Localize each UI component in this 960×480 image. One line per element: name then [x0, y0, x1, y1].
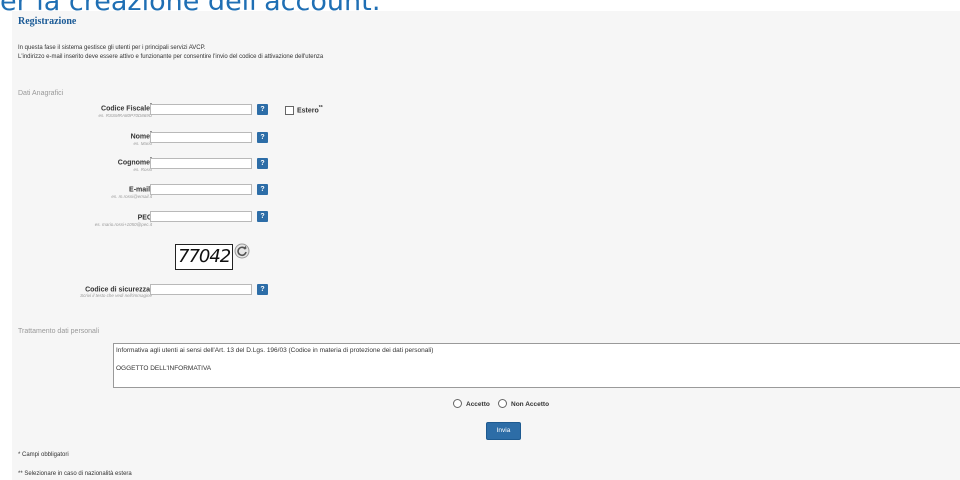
captcha-image: 77042 — [175, 244, 233, 270]
email-help-button[interactable]: ? — [257, 184, 268, 195]
nome-hint: es. Mario — [133, 141, 152, 146]
codice-fiscale-label: Codice Fiscale* — [101, 103, 152, 113]
cognome-label: Cognome* — [117, 157, 152, 167]
page-title: Registrazione — [18, 16, 77, 27]
cognome-hint: es. Rossi — [133, 167, 152, 172]
accept-label: Accetto — [466, 401, 490, 408]
submit-button[interactable]: Invia — [486, 422, 521, 440]
cognome-input[interactable] — [150, 158, 252, 169]
security-code-input[interactable] — [150, 284, 252, 295]
pec-label: PEC — [137, 214, 152, 222]
email-input[interactable] — [150, 184, 252, 195]
pec-hint: es. mario.rossi+1050@pec.it — [94, 222, 152, 227]
refresh-captcha-icon[interactable] — [234, 243, 250, 259]
codice-fiscale-hint: es. RSSMRA80P70D869U — [98, 113, 152, 118]
pec-input[interactable] — [150, 211, 252, 222]
privacy-text-line-2: OGGETTO DELL'INFORMATIVA — [116, 365, 212, 372]
section-title-anagrafici: Dati Anagrafici — [18, 90, 64, 97]
reject-label: Non Accetto — [511, 401, 550, 408]
nome-label: Nome* — [130, 131, 152, 141]
pec-help-button[interactable]: ? — [257, 211, 268, 222]
codice-fiscale-input[interactable] — [150, 104, 252, 115]
footnote-foreign: ** Selezionare in caso di nazionalità es… — [18, 471, 132, 477]
privacy-text-line-1: Informativa agli utenti ai sensi dell'Ar… — [116, 347, 434, 354]
estero-label: Estero** — [297, 105, 323, 115]
privacy-textarea[interactable]: Informativa agli utenti ai sensi dell'Ar… — [113, 343, 960, 388]
reject-radio[interactable] — [498, 399, 507, 408]
cognome-help-button[interactable]: ? — [257, 158, 268, 169]
intro-line-2: L'indirizzo e-mail inserito deve essere … — [18, 54, 324, 60]
security-code-help-button[interactable]: ? — [257, 284, 268, 295]
footnote-required: * Campi obbligatori — [18, 452, 69, 458]
email-label: E-mail* — [129, 184, 152, 194]
estero-checkbox[interactable] — [285, 106, 294, 115]
nome-input[interactable] — [150, 132, 252, 143]
section-title-privacy: Trattamento dati personali — [18, 328, 100, 335]
accept-radio[interactable] — [453, 399, 462, 408]
security-code-hint: Scrivi il testo che vedi nell'immagine — [80, 293, 152, 298]
nome-help-button[interactable]: ? — [257, 132, 268, 143]
intro-line-1: In questa fase il sistema gestisce gli u… — [18, 45, 206, 51]
registration-panel: Registrazione In questa fase il sistema … — [12, 11, 960, 480]
email-hint: es. m.rossi@email.it — [111, 194, 152, 199]
captcha-text: 77042 — [178, 246, 231, 267]
security-code-label: Codice di sicurezza* — [85, 284, 152, 294]
codice-fiscale-help-button[interactable]: ? — [257, 104, 268, 115]
